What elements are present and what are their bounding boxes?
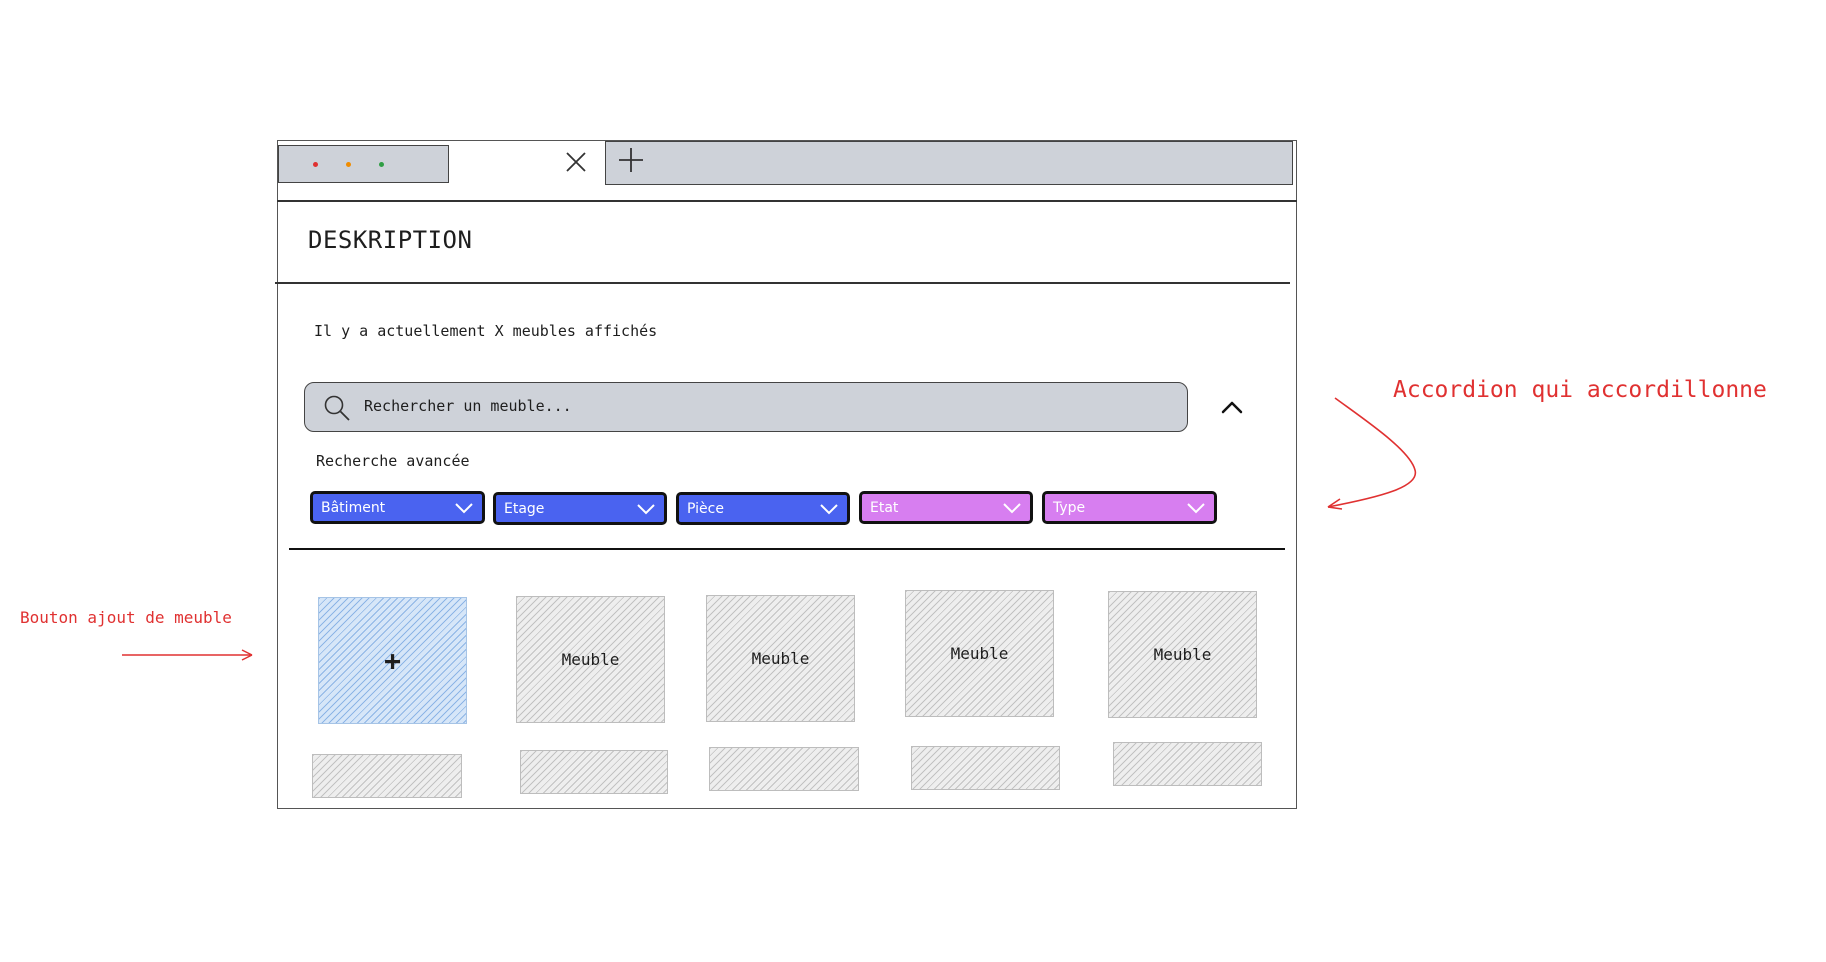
add-button-annotation: Bouton ajout de meuble xyxy=(20,608,232,627)
filter-label: Pièce xyxy=(687,501,724,517)
arrow-icon xyxy=(122,649,253,661)
advanced-search-label: Recherche avancée xyxy=(316,452,470,470)
add-furniture-button[interactable]: + xyxy=(318,597,467,724)
close-dot[interactable] xyxy=(313,162,318,167)
furniture-card[interactable]: Meuble xyxy=(706,595,855,722)
chevron-up-icon[interactable] xyxy=(1218,396,1246,418)
tab-strip xyxy=(605,141,1293,185)
maximize-dot[interactable] xyxy=(379,162,384,167)
filter-etat[interactable]: Etat xyxy=(859,491,1033,524)
furniture-card-partial[interactable] xyxy=(1113,742,1262,786)
divider xyxy=(275,282,1290,284)
page-title: DESKRIPTION xyxy=(308,226,473,254)
filter-batiment[interactable]: Bâtiment xyxy=(310,491,485,524)
chevron-down-icon xyxy=(820,504,838,515)
furniture-card-partial[interactable] xyxy=(312,754,462,798)
chevron-down-icon xyxy=(1187,503,1205,514)
filter-piece[interactable]: Pièce xyxy=(676,492,850,525)
search-icon xyxy=(324,395,350,421)
chevron-down-icon xyxy=(1003,503,1021,514)
search-placeholder: Rechercher un meuble... xyxy=(364,397,572,415)
filter-label: Etage xyxy=(504,501,545,517)
furniture-card[interactable]: Meuble xyxy=(905,590,1054,717)
furniture-card-partial[interactable] xyxy=(709,747,859,791)
arrow-icon xyxy=(1327,397,1417,510)
furniture-card-partial[interactable] xyxy=(911,746,1060,790)
filter-label: Type xyxy=(1053,500,1086,516)
divider xyxy=(277,200,1297,202)
divider xyxy=(289,548,1285,550)
filter-type[interactable]: Type xyxy=(1042,491,1217,524)
furniture-card[interactable]: Meuble xyxy=(516,596,665,723)
furniture-count-text: Il y a actuellement X meubles affichés xyxy=(314,322,658,340)
filter-etage[interactable]: Etage xyxy=(493,492,667,525)
furniture-card[interactable]: Meuble xyxy=(1108,591,1257,718)
plus-icon[interactable] xyxy=(615,144,647,176)
filter-label: Etat xyxy=(870,500,899,516)
window-controls xyxy=(278,145,449,183)
chevron-down-icon xyxy=(455,503,473,514)
furniture-card-partial[interactable] xyxy=(520,750,668,794)
accordion-annotation: Accordion qui accordillonne xyxy=(1393,377,1767,403)
filter-label: Bâtiment xyxy=(321,500,386,516)
chevron-down-icon xyxy=(637,504,655,515)
close-icon[interactable] xyxy=(559,145,593,179)
minimize-dot[interactable] xyxy=(346,162,351,167)
